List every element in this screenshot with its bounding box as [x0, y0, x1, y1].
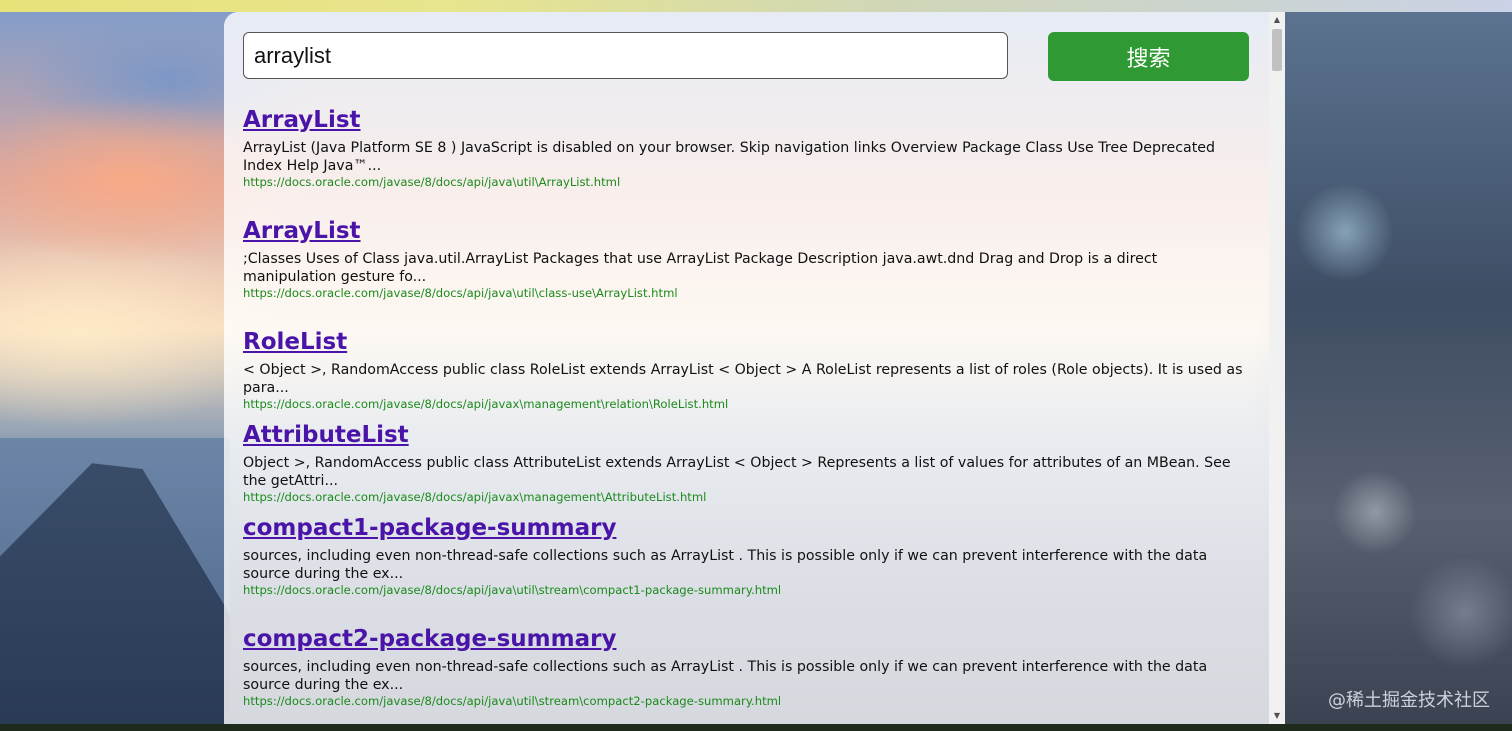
result-snippet: sources, including even non-thread-safe … [243, 548, 1208, 582]
bottom-strip [0, 724, 1512, 731]
result-item: ArrayList ;Classes Uses of Class java.ut… [243, 215, 1253, 326]
result-title-link[interactable]: compact1-package-summary [243, 512, 1253, 544]
result-item: ArrayList ArrayList (Java Platform SE 8 … [243, 104, 1253, 215]
results-list: ArrayList ArrayList (Java Platform SE 8 … [243, 104, 1253, 723]
arrow-down-icon[interactable]: ▼ [1269, 710, 1285, 722]
result-url: https://docs.oracle.com/javase/8/docs/ap… [243, 175, 621, 189]
watermark: @稀土掘金技术社区 [1328, 690, 1490, 711]
search-panel: 搜索 ArrayList ArrayList (Java Platform SE… [224, 12, 1285, 724]
search-button[interactable]: 搜索 [1048, 32, 1249, 81]
result-item: RoleList < Object >, RandomAccess public… [243, 326, 1253, 419]
result-title-link[interactable]: AttributeList [243, 419, 1253, 451]
result-item: compact1-package-summary sources, includ… [243, 512, 1253, 623]
scrollbar-thumb[interactable] [1272, 29, 1282, 71]
background-right-rocks [1285, 12, 1512, 731]
arrow-up-icon[interactable]: ▲ [1269, 14, 1285, 26]
result-item: compact2-package-summary sources, includ… [243, 623, 1253, 723]
result-title-link[interactable]: compact2-package-summary [243, 623, 1253, 655]
result-url: https://docs.oracle.com/javase/8/docs/ap… [243, 490, 707, 504]
search-input[interactable] [243, 32, 1008, 79]
top-bookmark-strip [0, 0, 1512, 12]
result-snippet: ;Classes Uses of Class java.util.ArrayLi… [243, 251, 1158, 285]
result-title-link[interactable]: ArrayList [243, 215, 1253, 247]
result-title-link[interactable]: RoleList [243, 326, 1253, 358]
vertical-scrollbar[interactable]: ▲ ▼ [1269, 12, 1285, 724]
result-url: https://docs.oracle.com/javase/8/docs/ap… [243, 583, 782, 597]
result-item: AttributeList Object >, RandomAccess pub… [243, 419, 1253, 512]
result-snippet: ArrayList (Java Platform SE 8 ) JavaScri… [243, 140, 1216, 174]
result-url: https://docs.oracle.com/javase/8/docs/ap… [243, 694, 782, 708]
result-url: https://docs.oracle.com/javase/8/docs/ap… [243, 397, 729, 411]
result-title-link[interactable]: ArrayList [243, 104, 1253, 136]
result-snippet: < Object >, RandomAccess public class Ro… [243, 362, 1243, 396]
result-snippet: Object >, RandomAccess public class Attr… [243, 455, 1231, 489]
result-url: https://docs.oracle.com/javase/8/docs/ap… [243, 286, 678, 300]
result-snippet: sources, including even non-thread-safe … [243, 659, 1208, 693]
